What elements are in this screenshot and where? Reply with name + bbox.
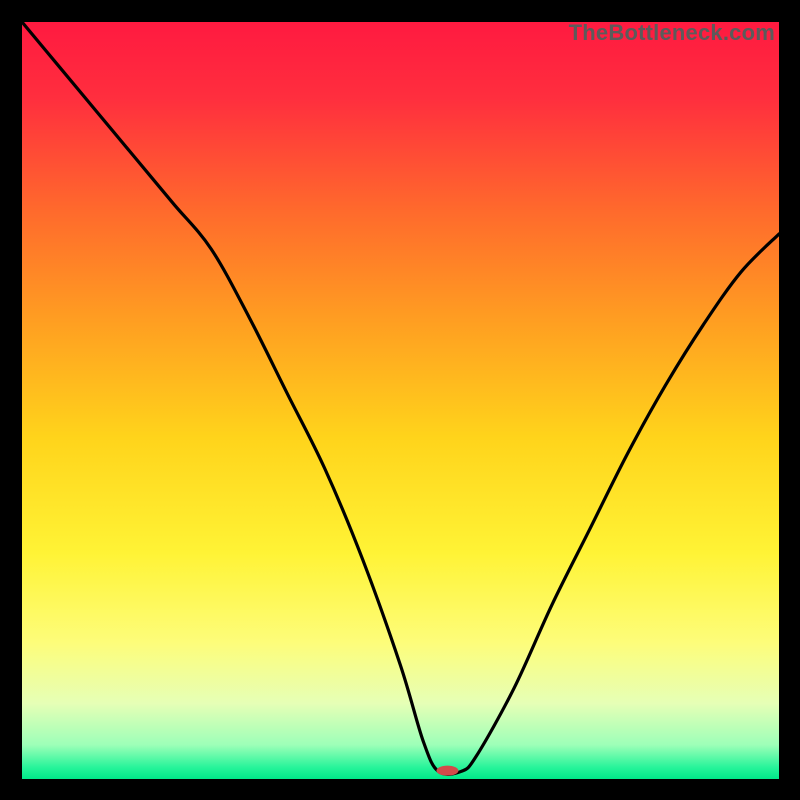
- chart-frame: TheBottleneck.com: [22, 22, 779, 779]
- optimal-marker: [436, 766, 458, 776]
- watermark-text: TheBottleneck.com: [569, 20, 775, 46]
- bottleneck-chart: [22, 22, 779, 779]
